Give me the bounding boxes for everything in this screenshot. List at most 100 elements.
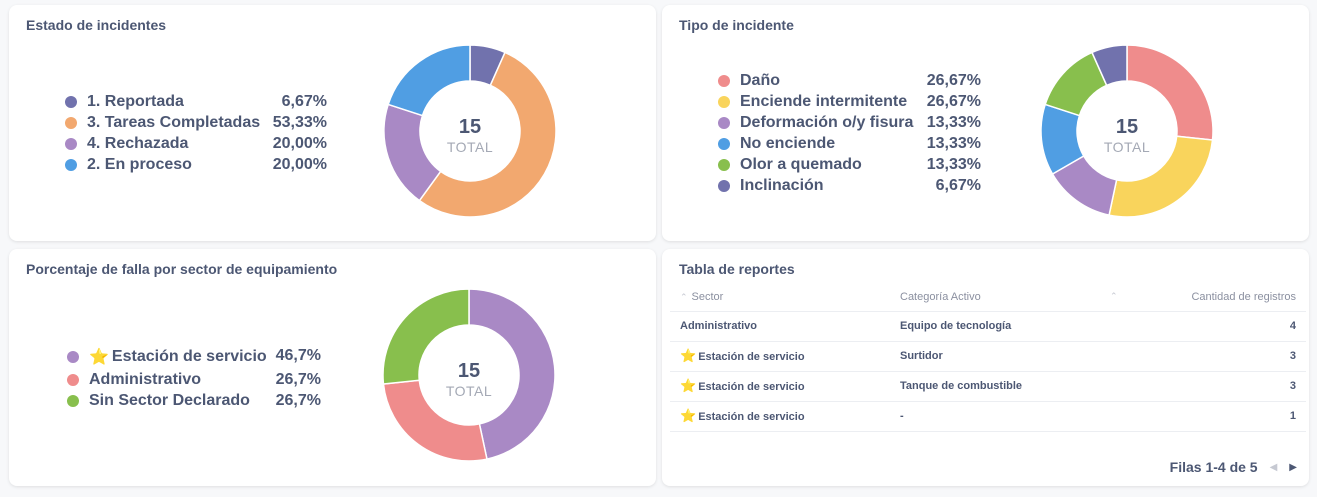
tabla-title: Tabla de reportes bbox=[679, 261, 795, 277]
estado-legend-item[interactable]: 3. Tareas Completadas 53,33% bbox=[65, 112, 327, 133]
legend-dot bbox=[718, 179, 730, 192]
cell-categoria: Tanque de combustible bbox=[890, 371, 1100, 402]
legend-value: 53,33% bbox=[272, 114, 327, 131]
tipo-legend: Daño 26,67% Enciende intermitente 26,67% D… bbox=[718, 70, 981, 196]
cell-sector: ⭐ Estación de servicio bbox=[670, 341, 890, 372]
tipo-legend-item[interactable]: Deformación o/y fisura 13,33% bbox=[718, 112, 981, 133]
cell-sector: Administrativo bbox=[670, 311, 890, 342]
tipo-legend-item[interactable]: Enciende intermitente 26,67% bbox=[718, 91, 981, 112]
cell-cantidad: 3 bbox=[1100, 341, 1306, 372]
column-label: Sector bbox=[691, 290, 724, 303]
legend-value: 6,67% bbox=[935, 177, 981, 194]
cell-sector: ⭐ Estación de servicio bbox=[670, 401, 890, 432]
legend-label: Daño bbox=[740, 71, 780, 89]
chevron-right-icon[interactable]: ▶ bbox=[1289, 462, 1297, 473]
sector-card: Porcentaje de falla por sector de equipa… bbox=[9, 249, 656, 486]
star-icon: ⭐ bbox=[680, 348, 697, 363]
legend-dot bbox=[65, 158, 77, 171]
estado-legend-item[interactable]: 1. Reportada 6,67% bbox=[65, 91, 327, 112]
donut-total-label: TOTAL bbox=[446, 383, 492, 399]
legend-dot bbox=[718, 158, 730, 171]
legend-value: 20,00% bbox=[272, 135, 327, 152]
legend-value: 26,67% bbox=[926, 93, 981, 110]
legend-label: Enciende intermitente bbox=[740, 92, 908, 110]
legend-value: 13,33% bbox=[926, 135, 981, 152]
legend-dot bbox=[718, 116, 730, 129]
estado-legend-item[interactable]: 2. En proceso 20,00% bbox=[65, 154, 327, 175]
tipo-legend-item[interactable]: Daño 26,67% bbox=[718, 70, 981, 91]
legend-dot bbox=[718, 74, 730, 87]
sector-donut-slice-2[interactable] bbox=[382, 288, 470, 385]
donut-total-value: 15 bbox=[458, 360, 480, 382]
legend-value: 20,00% bbox=[272, 156, 327, 173]
tipo-legend-item[interactable]: No enciende 13,33% bbox=[718, 133, 981, 154]
legend-label: Sin Sector Declarado bbox=[89, 391, 250, 409]
estado-donut-chart[interactable]: 15 TOTAL bbox=[382, 43, 558, 219]
legend-label: 4. Rechazada bbox=[87, 134, 189, 152]
cell-categoria: Surtidor bbox=[890, 341, 1100, 372]
legend-label: 3. Tareas Completadas bbox=[87, 113, 261, 131]
sector-legend: ⭐ Estación de servicio 46,7% Administrativ… bbox=[67, 345, 321, 411]
sort-arrow-icon: ⌃ bbox=[1110, 290, 1118, 301]
table-row[interactable]: ⭐ Estación de servicio Surtidor 3 bbox=[670, 341, 1306, 372]
legend-dot bbox=[718, 95, 730, 108]
column-header-categoria[interactable]: Categoría Activo bbox=[890, 283, 1100, 312]
sector-donut-chart[interactable]: 15 TOTAL bbox=[381, 287, 557, 463]
sector-legend-item[interactable]: Administrativo 26,7% bbox=[67, 369, 321, 390]
legend-value: 46,7% bbox=[275, 347, 321, 364]
tipo-card: Tipo de incidente Daño 26,67% Enciende in… bbox=[662, 5, 1309, 241]
estado-donut-slice-3[interactable] bbox=[387, 44, 471, 117]
cell-sector: ⭐ Estación de servicio bbox=[670, 371, 890, 402]
legend-value: 26,7% bbox=[275, 371, 321, 388]
estado-legend: 1. Reportada 6,67% 3. Tareas Completadas 5… bbox=[65, 91, 327, 175]
tipo-legend-item[interactable]: Inclinación 6,67% bbox=[718, 175, 981, 196]
donut-total-value: 15 bbox=[1116, 116, 1138, 138]
legend-dot bbox=[718, 137, 730, 150]
legend-dot bbox=[65, 116, 77, 129]
column-header-sector[interactable]: ⌃ Sector bbox=[670, 283, 890, 312]
column-label: Cantidad de registros bbox=[1191, 290, 1296, 303]
pagination-label: Filas 1-4 de 5 bbox=[1169, 459, 1258, 475]
legend-label: Olor a quemado bbox=[740, 155, 862, 173]
legend-label: Deformación o/y fisura bbox=[740, 113, 914, 131]
legend-dot bbox=[67, 373, 79, 386]
tipo-donut-slice-0[interactable] bbox=[1126, 44, 1214, 141]
chevron-left-icon[interactable]: ◀ bbox=[1270, 462, 1278, 473]
tipo-donut-chart[interactable]: 15 TOTAL bbox=[1039, 43, 1215, 219]
legend-value: 26,67% bbox=[926, 72, 981, 89]
donut-total-label: TOTAL bbox=[1104, 139, 1150, 155]
legend-value: 26,7% bbox=[275, 392, 321, 409]
tipo-title: Tipo de incidente bbox=[679, 17, 794, 33]
column-label: Categoría Activo bbox=[900, 290, 981, 303]
reportes-table: ⌃ Sector Categoría Activo ⌃ Cantidad de re… bbox=[670, 283, 1306, 432]
sort-arrow-icon: ⌃ bbox=[680, 291, 688, 302]
legend-label: Estación de servicio bbox=[111, 348, 267, 365]
column-header-cantidad[interactable]: ⌃ Cantidad de registros bbox=[1100, 283, 1306, 312]
table-header-row: ⌃ Sector Categoría Activo ⌃ Cantidad de re… bbox=[670, 283, 1306, 312]
cell-categoria: - bbox=[890, 401, 1100, 432]
legend-label: Inclinación bbox=[740, 176, 824, 194]
legend-dot bbox=[67, 351, 79, 363]
legend-dot bbox=[65, 95, 77, 108]
legend-label: No enciende bbox=[740, 134, 836, 152]
tipo-legend-item[interactable]: Olor a quemado 13,33% bbox=[718, 154, 981, 175]
table-row[interactable]: Administrativo Equipo de tecnología 4 bbox=[670, 311, 1306, 342]
estado-card: Estado de incidentes 1. Reportada 6,67% 3… bbox=[9, 5, 656, 241]
estado-legend-item[interactable]: 4. Rechazada 20,00% bbox=[65, 133, 327, 154]
sector-title: Porcentaje de falla por sector de equipa… bbox=[26, 261, 338, 277]
table-row[interactable]: ⭐ Estación de servicio - 1 bbox=[670, 401, 1306, 432]
legend-value: 6,67% bbox=[281, 93, 327, 110]
legend-value: 13,33% bbox=[926, 114, 981, 131]
legend-dot bbox=[65, 137, 77, 150]
pagination: Filas 1-4 de 5 ◀ ▶ bbox=[1170, 459, 1297, 475]
star-icon: ⭐ bbox=[680, 378, 697, 393]
cell-categoria: Equipo de tecnología bbox=[890, 311, 1100, 342]
cell-cantidad: 3 bbox=[1100, 371, 1306, 402]
legend-label: 1. Reportada bbox=[87, 92, 184, 110]
legend-value: 13,33% bbox=[926, 156, 981, 173]
legend-dot bbox=[67, 394, 79, 407]
sector-legend-item[interactable]: Sin Sector Declarado 26,7% bbox=[67, 390, 321, 411]
table-row[interactable]: ⭐ Estación de servicio Tanque de combusti… bbox=[670, 371, 1306, 402]
sector-legend-item[interactable]: ⭐ Estación de servicio 46,7% bbox=[67, 345, 321, 369]
legend-label: 2. En proceso bbox=[87, 155, 192, 173]
